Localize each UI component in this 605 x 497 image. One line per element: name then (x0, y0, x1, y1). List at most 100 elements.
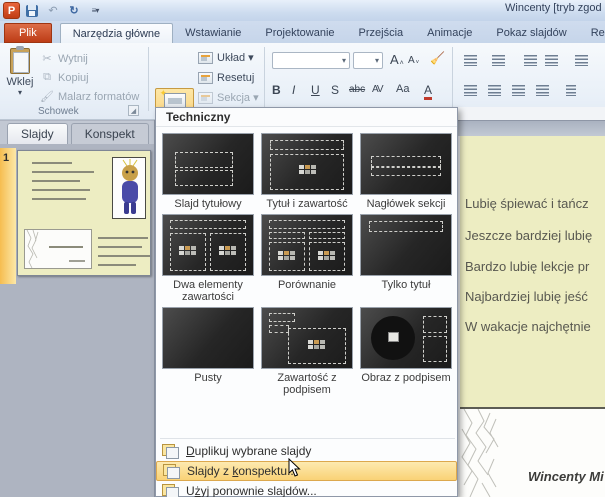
copy-button[interactable]: ⧉Kopiuj (40, 69, 89, 86)
font-name-combo[interactable]: ▾ (272, 52, 350, 69)
slide-number: 1 (3, 152, 9, 164)
font-size-combo[interactable]: ▾ (353, 52, 383, 69)
section-button[interactable]: Sekcja ▾ (198, 89, 259, 106)
character-spacing-button[interactable]: AV (372, 84, 383, 95)
columns-button[interactable] (566, 85, 576, 96)
tab-slides[interactable]: Slajdy (7, 123, 68, 144)
slide-text-line[interactable]: W wakacje najchętnie (465, 319, 605, 334)
layout-gallery: Slajd tytułowy Tytuł i zawartość Nagłówe… (156, 128, 457, 401)
ribbon-separator (452, 47, 453, 111)
menu-reuse-slides[interactable]: Użyj ponownie slajdów... (156, 481, 457, 497)
clipboard-dialog-launcher[interactable]: ◢ (128, 105, 139, 116)
dropdown-menu: Duplikuj wybrane slajdy Slajdy z konspek… (156, 441, 457, 497)
justify-button[interactable] (536, 85, 549, 96)
layout-thumb (162, 133, 254, 195)
slide-text-line[interactable]: Bardzo lubię lekcje pr (465, 259, 605, 274)
layout-picture-with-caption[interactable]: Obraz z podpisem (359, 305, 453, 398)
slides-panel: Slajdy Konspekt 1 (0, 120, 155, 497)
tab-slideshow[interactable]: Pokaz slajdów (484, 23, 578, 43)
workspace-strip (458, 120, 605, 136)
cut-button[interactable]: ✂Wytnij (40, 50, 88, 67)
layout-two-content[interactable]: Dwa elementy zawartości (161, 212, 255, 305)
customize-qat-button[interactable]: ≡▾ (86, 3, 104, 19)
title-bar: P ↶ ↻ ≡▾ Wincenty [tryb zgod (0, 0, 605, 21)
align-left-button[interactable] (464, 85, 477, 96)
underline-button[interactable]: U (311, 83, 320, 97)
shadow-button[interactable]: S (331, 83, 339, 97)
tab-transitions[interactable]: Przejścia (347, 23, 416, 43)
slides-from-outline-icon (163, 464, 179, 478)
slide-canvas[interactable]: Lubię śpiewać i tańcz Jeszcze bardziej l… (460, 136, 605, 497)
slide-text-line[interactable]: Jeszcze bardziej lubię (465, 228, 605, 243)
layout-comparison[interactable]: Porównanie (260, 212, 354, 305)
align-center-button[interactable] (488, 85, 501, 96)
scissors-icon: ✂ (40, 52, 54, 65)
strikethrough-button[interactable]: abc (349, 84, 365, 95)
redo-button[interactable]: ↻ (65, 3, 83, 19)
increase-indent-button[interactable] (545, 55, 558, 66)
clear-formatting-button[interactable]: 🧹 (430, 51, 445, 65)
layout-thumb (162, 214, 254, 276)
paste-icon (10, 48, 30, 74)
mouse-cursor (288, 458, 301, 478)
layout-button[interactable]: Układ ▾ (198, 49, 254, 66)
bold-button[interactable]: B (272, 83, 281, 97)
author-name[interactable]: Wincenty Mi (528, 469, 604, 484)
format-painter-button[interactable]: 🖌Malarz formatów (40, 88, 139, 105)
layout-title-only[interactable]: Tylko tytuł (359, 212, 453, 305)
layout-title-slide[interactable]: Slajd tytułowy (161, 131, 255, 212)
tab-review[interactable]: Recen (579, 23, 605, 43)
reset-button[interactable]: Resetuj (198, 69, 254, 86)
tab-outline[interactable]: Konspekt (71, 123, 149, 144)
clipboard-group-label: Schowek (38, 106, 79, 117)
thumbnail-picture (112, 157, 146, 219)
save-icon (26, 5, 38, 17)
layout-thumb (360, 133, 452, 195)
slide-text-line[interactable]: Najbardziej lubię jeść (465, 289, 605, 304)
slide-text-line[interactable]: Lubię śpiewać i tańcz (465, 196, 605, 211)
shrink-font-button[interactable]: A˅ (408, 55, 419, 66)
tab-file[interactable]: Plik (4, 23, 52, 43)
bullets-button[interactable] (464, 55, 477, 66)
layout-thumb (261, 214, 353, 276)
layout-title-and-content[interactable]: Tytuł i zawartość (260, 131, 354, 212)
layout-blank[interactable]: Pusty (161, 305, 255, 398)
change-case-button[interactable]: Aa (396, 83, 409, 95)
powerpoint-logo-icon[interactable]: P (3, 2, 20, 19)
undo-button[interactable]: ↶ (44, 3, 62, 19)
align-right-button[interactable] (512, 85, 525, 96)
layout-thumb (162, 307, 254, 369)
ribbon-separator (148, 47, 149, 111)
window-title: Wincenty [tryb zgod (505, 2, 605, 14)
layout-section-header[interactable]: Nagłówek sekcji (359, 131, 453, 212)
powerpoint-window: P ↶ ↻ ≡▾ Wincenty [tryb zgod Plik Narzęd… (0, 0, 605, 497)
tab-home[interactable]: Narzędzia główne (60, 23, 173, 43)
reuse-slides-icon (162, 484, 178, 497)
quick-access-toolbar: P ↶ ↻ ≡▾ (0, 2, 104, 19)
ribbon-tab-row: Plik Narzędzia główne Wstawianie Projekt… (0, 21, 605, 43)
panel-tab-bar: Slajdy Konspekt (0, 121, 154, 144)
section-icon (198, 92, 213, 104)
duplicate-slides-icon (162, 444, 178, 458)
slide-1-thumbnail[interactable] (17, 150, 151, 276)
menu-duplicate-slides[interactable]: Duplikuj wybrane slajdy (156, 441, 457, 461)
layout-thumb (360, 307, 452, 369)
layout-icon (198, 52, 213, 64)
font-color-button[interactable]: A (424, 83, 432, 100)
paste-button[interactable]: Wklej ▾ (3, 46, 37, 112)
tab-insert[interactable]: Wstawianie (173, 23, 253, 43)
tab-animations[interactable]: Animacje (415, 23, 484, 43)
layout-content-with-caption[interactable]: Zawartość z podpisem (260, 305, 354, 398)
numbering-button[interactable] (492, 55, 505, 66)
text-direction-button[interactable] (575, 55, 588, 66)
menu-separator (160, 438, 455, 439)
tab-design[interactable]: Projektowanie (253, 23, 346, 43)
italic-button[interactable]: I (292, 83, 295, 97)
slide-footer-area: Wincenty Mi (460, 409, 605, 497)
grow-font-button[interactable]: A˄ (390, 52, 404, 67)
layout-thumb (261, 307, 353, 369)
save-button[interactable] (23, 3, 41, 19)
menu-slides-from-outline[interactable]: Slajdy z konspektu... (156, 461, 457, 481)
layout-thumb (261, 133, 353, 195)
decrease-indent-button[interactable] (524, 55, 537, 66)
